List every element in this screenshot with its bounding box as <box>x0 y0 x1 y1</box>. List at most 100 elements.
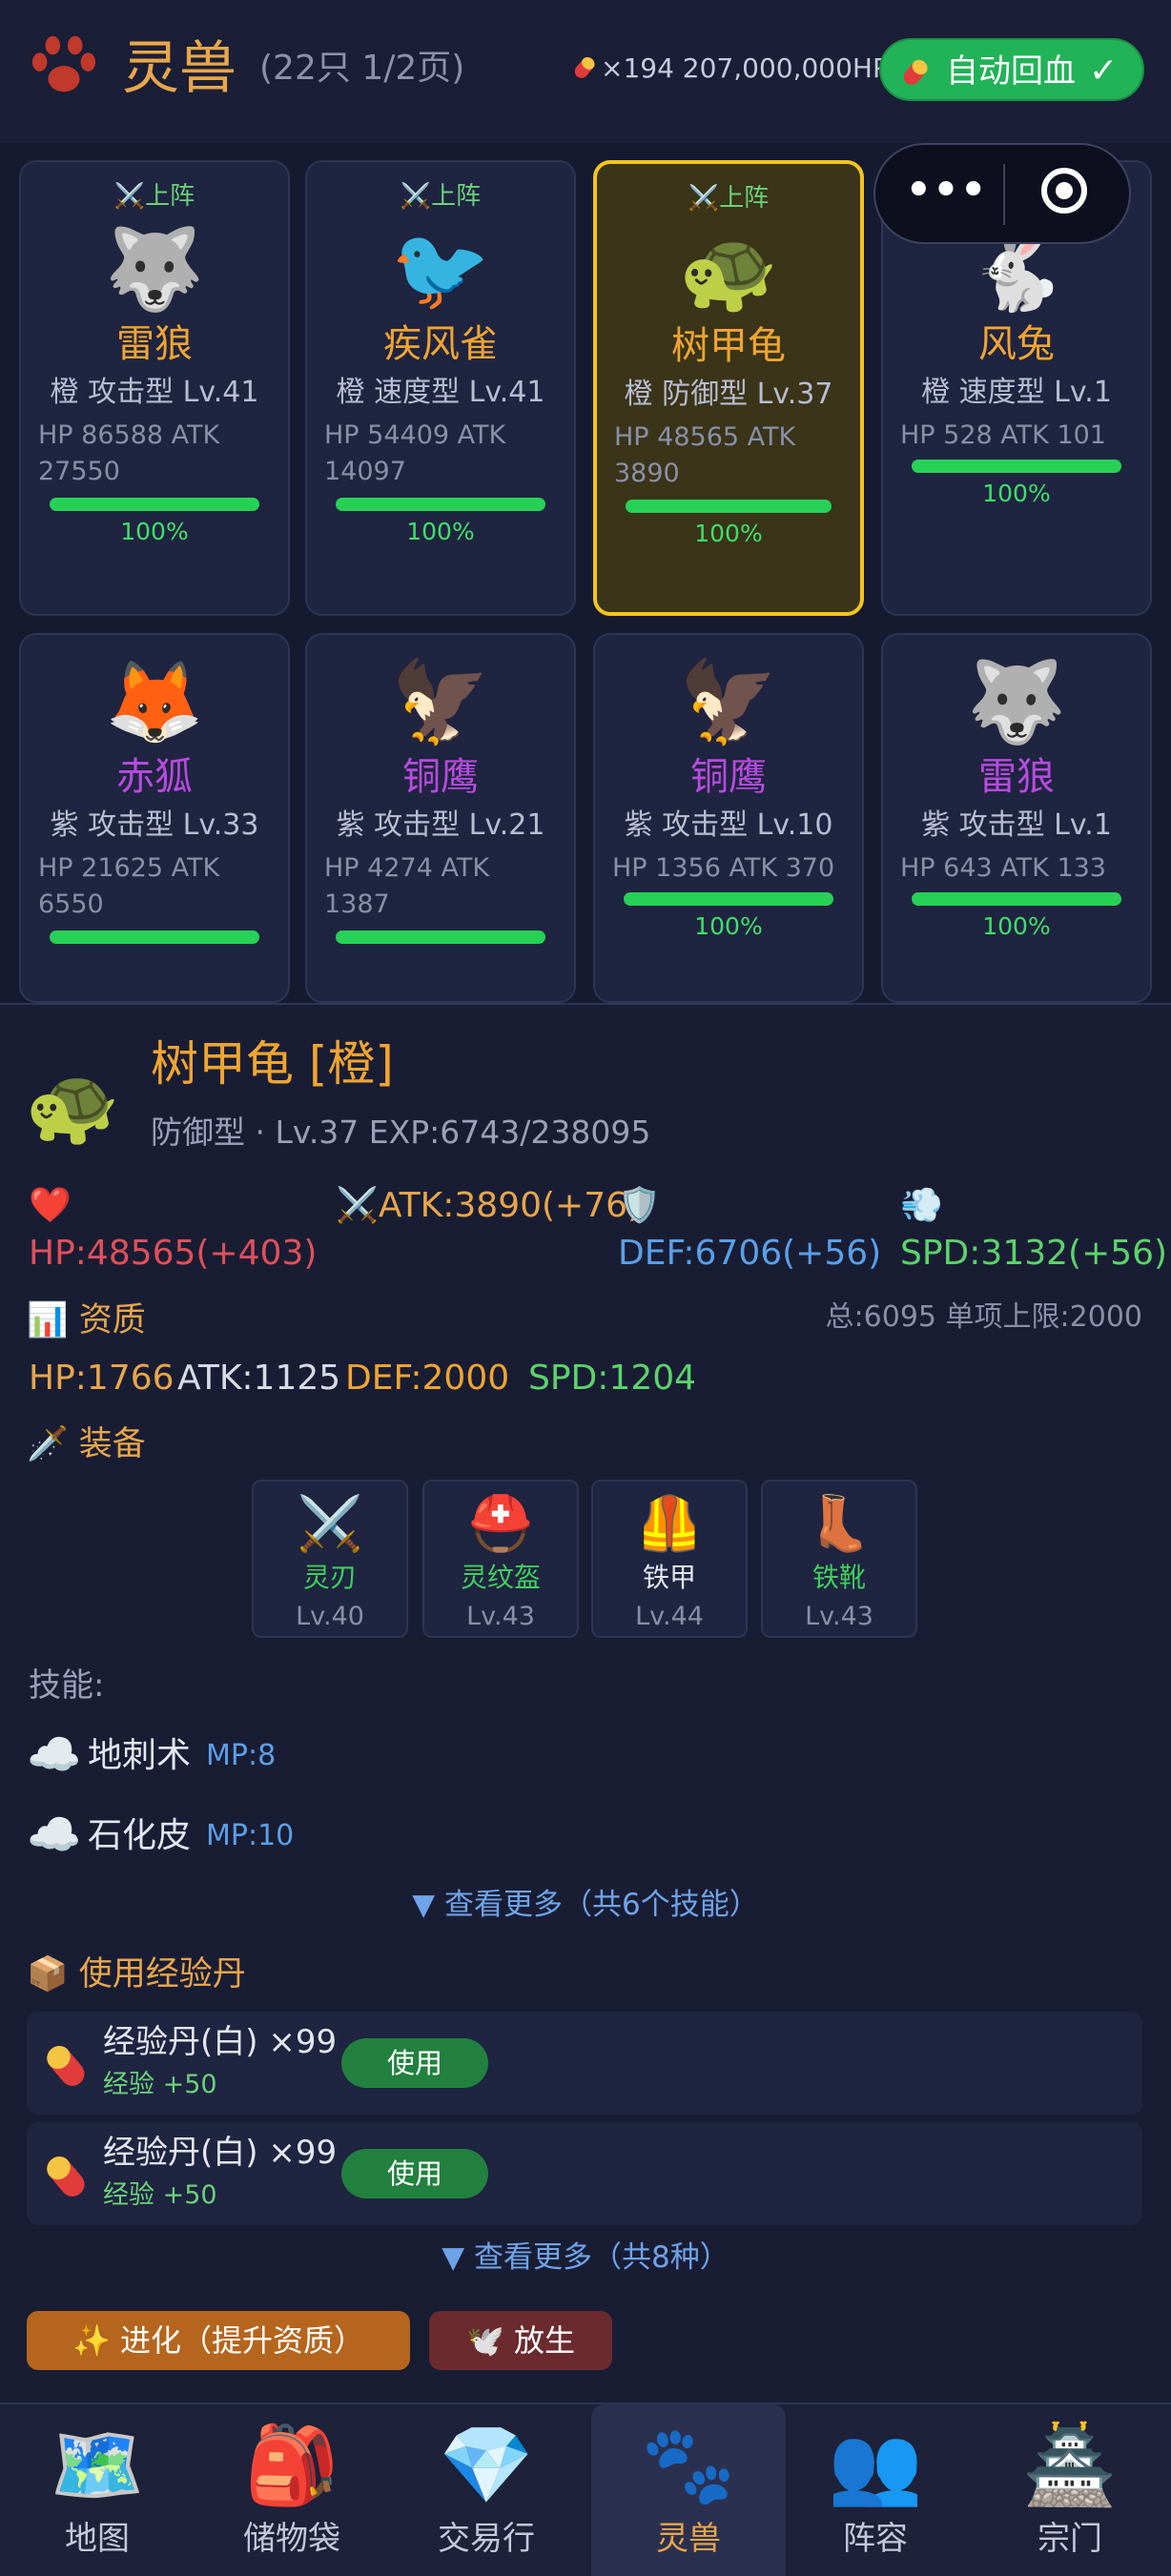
exp-item-effect: 经验 +50 <box>103 2180 217 2210</box>
pet-hp-bar <box>50 930 259 944</box>
nav-label: 地图 <box>65 2520 130 2558</box>
pet-stats: HP 21625 ATK 6550 <box>38 853 220 919</box>
nav-icon: 👥 <box>828 2421 923 2509</box>
pill-icon <box>47 2156 85 2197</box>
skills-title: 技能: <box>29 1666 105 1705</box>
miniprogram-capsule: ••• <box>873 143 1131 244</box>
pet-icon: 🦅 <box>678 655 779 748</box>
equipment-icon: ⛑️ <box>467 1493 534 1555</box>
deployed-tag: ⚔️上阵 <box>400 182 482 211</box>
stat-hp: ❤️HP:48565(+403) <box>29 1186 318 1273</box>
pet-card[interactable]: ⚔️上阵 🐺 雷狼橙 攻击型 Lv.41 HP 86588 ATK 27550 100% <box>19 160 290 616</box>
paw-icon <box>31 35 96 92</box>
pet-meta: 紫 攻击型 Lv.33 <box>50 808 259 842</box>
exp-item-effect: 经验 +50 <box>103 2070 217 2099</box>
skill-mp: MP:10 <box>206 1819 295 1852</box>
equipment-level: Lv.40 <box>296 1602 364 1631</box>
equipment-level: Lv.44 <box>635 1602 704 1631</box>
pet-stats: HP 1356 ATK 370 <box>612 853 835 883</box>
pet-stats: HP 4274 ATK 1387 <box>324 853 490 919</box>
checkmark-icon: ✓ <box>1089 51 1119 91</box>
stat-def: 🛡️DEF:6706(+56) <box>618 1186 882 1273</box>
exp-item-row: 经验丹(白) ×99 经验 +50 使用 <box>27 2012 1142 2115</box>
pet-icon: 🐦 <box>390 222 491 316</box>
auto-heal-toggle[interactable]: 自动回血 ✓ <box>879 38 1144 101</box>
pet-hp-percent: 100% <box>120 518 189 545</box>
potion-stock: ×194 207,000,000HP <box>601 52 889 84</box>
nav-item[interactable]: 🎒 储物袋 <box>195 2404 389 2576</box>
pet-meta: 紫 攻击型 Lv.1 <box>921 808 1112 842</box>
evolve-button[interactable]: ✨ 进化（提升资质） <box>27 2311 410 2370</box>
nav-item[interactable]: 🐾 灵兽 <box>591 2404 786 2576</box>
stat-spd: 💨SPD:3132(+56) <box>900 1186 1168 1273</box>
aptitude-total: 总:6095 单项上限:2000 <box>825 1300 1142 1334</box>
nav-item[interactable]: 🗺️ 地图 <box>0 2404 195 2576</box>
equipment-name: 灵纹盔 <box>460 1562 541 1593</box>
pet-hp-bar <box>336 498 545 511</box>
equipment-icon: ⚔️ <box>297 1493 363 1555</box>
nav-icon: 🏯 <box>1022 2421 1118 2509</box>
pet-stats: HP 48565 ATK 3890 <box>614 422 796 488</box>
aptitude-hp: HP:1766 <box>29 1359 175 1398</box>
pet-name: 疾风雀 <box>383 322 498 366</box>
use-button[interactable]: 使用 <box>341 2038 488 2088</box>
more-skills-link[interactable]: ▼ 查看更多（共6个技能） <box>0 1888 1171 1923</box>
pet-name: 铜鹰 <box>690 755 767 799</box>
pet-meta: 橙 速度型 Lv.1 <box>921 376 1112 409</box>
nav-item[interactable]: 💎 交易行 <box>389 2404 584 2576</box>
pet-card[interactable]: 🐺 雷狼紫 攻击型 Lv.1 HP 643 ATK 133 100% <box>881 633 1152 1003</box>
deployed-tag: ⚔️上阵 <box>113 182 195 211</box>
more-menu-icon[interactable]: ••• <box>904 166 988 215</box>
pet-name: 铜鹰 <box>402 755 479 799</box>
equipment-name: 灵刃 <box>302 1562 357 1593</box>
pet-hp-percent: 100% <box>982 912 1051 940</box>
pet-card[interactable]: ⚔️上阵 🐦 疾风雀橙 速度型 Lv.41 HP 54409 ATK 14097 100… <box>305 160 576 616</box>
equipment-name: 铁靴 <box>811 1562 866 1593</box>
use-button[interactable]: 使用 <box>341 2149 488 2198</box>
close-target-icon[interactable] <box>1041 168 1087 214</box>
equipment-level: Lv.43 <box>805 1602 873 1631</box>
detail-pet-subtitle: 防御型 · Lv.37 EXP:6743/238095 <box>151 1114 651 1151</box>
page-title: 灵兽 <box>122 35 236 102</box>
pet-hp-bar <box>912 892 1121 906</box>
pet-icon: 🦊 <box>104 655 205 748</box>
bottom-nav: 🗺️ 地图 🎒 储物袋 💎 交易行 🐾 灵兽 👥 阵容 🏯 宗门 <box>0 2402 1171 2576</box>
pet-meta: 橙 防御型 Lv.37 <box>624 378 833 411</box>
detail-pet-icon: 🐢 <box>25 1061 120 1150</box>
equipment-slot[interactable]: 👢 铁靴 Lv.43 <box>761 1480 917 1638</box>
nav-label: 阵容 <box>843 2520 908 2558</box>
pet-stats: HP 528 ATK 101 <box>900 420 1106 450</box>
exp-item-name: 经验丹(白) ×99 <box>103 2023 338 2061</box>
pet-icon: 🦅 <box>390 655 491 748</box>
pet-hp-percent: 100% <box>694 520 763 547</box>
equipment-icon: 🦺 <box>636 1493 703 1555</box>
skill-mp: MP:8 <box>206 1739 277 1772</box>
top-header: 灵兽 (22只 1/2页) ×194 207,000,000HP 自动回血 ✓ <box>0 0 1171 143</box>
auto-heal-label: 自动回血 <box>946 52 1076 91</box>
pet-stats: HP 86588 ATK 27550 <box>38 420 220 486</box>
skill-name: 地刺术 <box>88 1736 192 1775</box>
pet-name: 树甲龟 <box>671 324 786 368</box>
pet-meta: 紫 攻击型 Lv.10 <box>624 808 833 842</box>
nav-item[interactable]: 🏯 宗门 <box>973 2404 1167 2576</box>
pet-card[interactable]: 🦅 铜鹰紫 攻击型 Lv.21 HP 4274 ATK 1387 <box>305 633 576 1003</box>
nav-label: 交易行 <box>438 2520 535 2558</box>
skill-icon: ☁️ <box>27 1728 82 1780</box>
deployed-tag: ⚔️上阵 <box>688 184 770 213</box>
pet-card[interactable]: ⚔️上阵 🐢 树甲龟橙 防御型 Lv.37 HP 48565 ATK 3890 100% <box>593 160 864 616</box>
equipment-slot[interactable]: 🦺 铁甲 Lv.44 <box>591 1480 748 1638</box>
pet-icon: 🐺 <box>104 222 205 316</box>
pet-hp-bar <box>624 892 833 906</box>
detail-pet-name: 树甲龟 [橙] <box>151 1036 394 1092</box>
release-button[interactable]: 🕊️ 放生 <box>429 2311 612 2370</box>
equipment-slot[interactable]: ⛑️ 灵纹盔 Lv.43 <box>422 1480 579 1638</box>
nav-item[interactable]: 👥 阵容 <box>778 2404 973 2576</box>
aptitude-atk: ATK:1125 <box>177 1359 341 1398</box>
pet-hp-bar <box>912 460 1121 473</box>
pet-hp-percent: 100% <box>694 912 763 940</box>
more-items-link[interactable]: ▼ 查看更多（共8种） <box>0 2240 1171 2276</box>
pet-meta: 紫 攻击型 Lv.21 <box>336 808 545 842</box>
pet-card[interactable]: 🦅 铜鹰紫 攻击型 Lv.10 HP 1356 ATK 370 100% <box>593 633 864 1003</box>
equipment-slot[interactable]: ⚔️ 灵刃 Lv.40 <box>252 1480 408 1638</box>
pet-card[interactable]: 🦊 赤狐紫 攻击型 Lv.33 HP 21625 ATK 6550 <box>19 633 290 1003</box>
